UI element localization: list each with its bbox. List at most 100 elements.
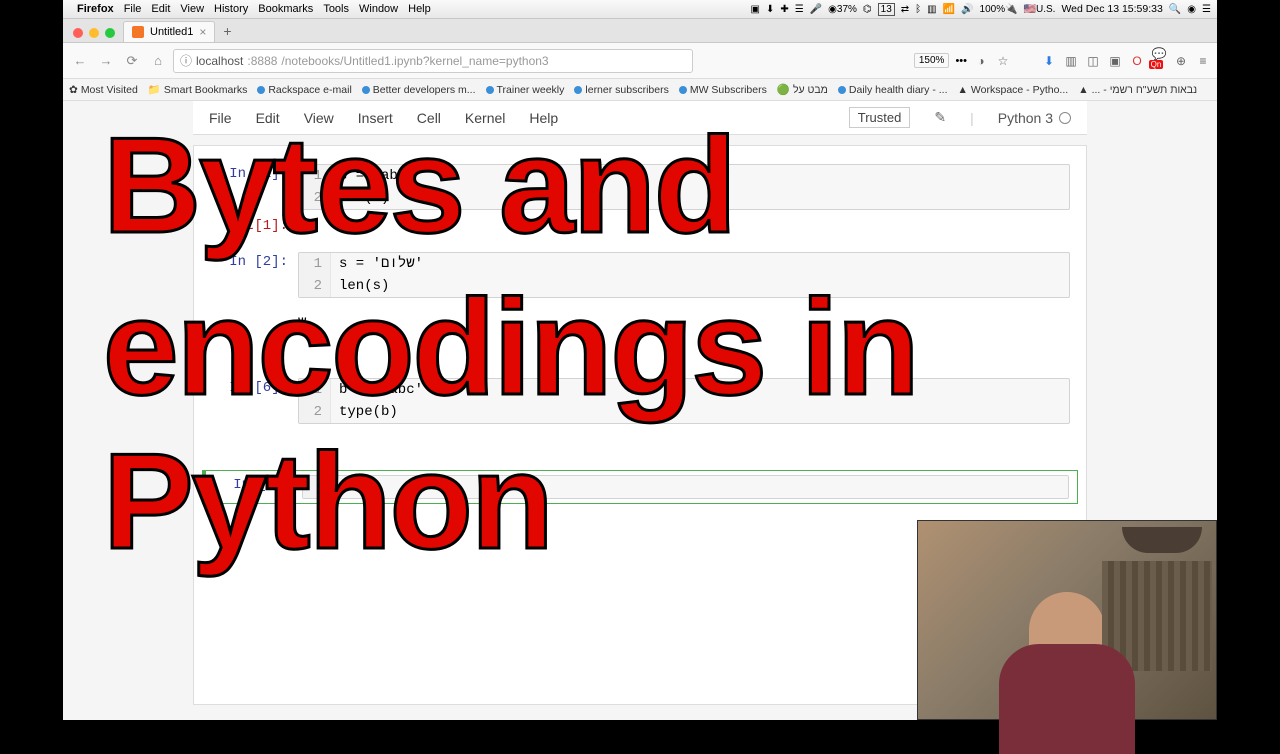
close-window-button[interactable] [73,28,83,38]
code-input-area[interactable]: 1b = b'abc' 2type(b) [298,378,1070,424]
battery-1-icon[interactable]: ◉ 37% [828,4,857,15]
jupyter-menu-insert[interactable]: Insert [358,110,393,126]
menu-file[interactable]: File [124,3,142,15]
jupyter-favicon-icon [132,26,144,38]
downloads-icon[interactable]: ⬇ [1041,54,1057,68]
menubar-icon[interactable]: ▣ [751,4,760,15]
mic-icon[interactable]: 🎤 [810,4,822,15]
edit-icon[interactable]: ✎ [934,109,946,126]
bookmark-star-icon[interactable]: ☆ [995,54,1011,68]
menu-help[interactable]: Help [408,3,431,15]
code-cell[interactable]: In [2]: 1s = 'שלום' 2len(s) [202,248,1078,302]
reload-button[interactable]: ⟳ [121,53,143,69]
menu-edit[interactable]: Edit [151,3,170,15]
zoom-level[interactable]: 150% [914,53,950,68]
bookmark-item[interactable]: ✿ Most Visited [69,84,138,96]
bookmark-item[interactable]: ▲ ... - נבאות תשע"ח רשמי [1078,84,1197,96]
tab-close-icon[interactable]: × [199,25,206,39]
bookmark-folder[interactable]: 📁 Smart Bookmarks [148,83,248,96]
address-bar[interactable]: ⓘ localhost:8888/notebooks/Untitled1.ipy… [173,49,693,73]
library-icon[interactable]: ▥ [1063,54,1079,68]
code-input-area[interactable]: 1 [302,475,1069,499]
bookmark-item[interactable]: ▲ Workspace - Pytho... [958,84,1069,96]
pillarbox-left [0,0,63,720]
bookmark-item[interactable]: Better developers m... [362,84,476,96]
wifi-icon[interactable]: 📶 [943,4,955,15]
code-input-area[interactable]: 1s = 'abcd' 2len(s) [298,164,1070,210]
menubar-icon[interactable]: ⌬ [863,4,872,15]
kernel-idle-icon [1059,112,1071,124]
input-prompt: In [ ]: [206,475,302,499]
jupyter-menu-view[interactable]: View [304,110,334,126]
clock[interactable]: Wed Dec 13 15:59:33 [1061,3,1162,15]
reader-icon[interactable]: ◑ [973,54,989,68]
code-cell[interactable]: In [1]: 1s = 'abcd' 2len(s) Out[1]: 4 [202,160,1078,242]
extension-icon[interactable]: 💬Qn [1151,47,1167,75]
code-cell[interactable]: In [6]: 1b = b'abc' 2type(b) [202,374,1078,428]
menubar-icon[interactable]: ☰ [795,4,804,15]
maximize-window-button[interactable] [105,28,115,38]
jupyter-menu-edit[interactable]: Edit [256,110,280,126]
cell-output: ש [298,312,1078,334]
code-cell-selected[interactable]: In [ ]: 1 [202,470,1078,504]
pillarbox-right [1217,0,1280,720]
code-input-area[interactable]: 1s = 'שלום' 2len(s) [298,252,1070,298]
dropbox-icon[interactable]: ⬇ [766,4,774,15]
browser-toolbar: ← → ⟳ ⌂ ⓘ localhost:8888/notebooks/Untit… [63,43,1217,79]
volume-icon[interactable]: 🔊 [961,4,973,15]
tab-title: Untitled1 [150,26,193,38]
app-name[interactable]: Firefox [77,3,114,15]
hamburger-menu-icon[interactable]: ≡ [1195,54,1211,68]
bluetooth-icon[interactable]: ᛒ [915,4,921,15]
browser-tab-strip: Untitled1 × + [63,19,1217,43]
bookmark-item[interactable]: MW Subscribers [679,84,767,96]
bookmark-item[interactable]: Daily health diary - ... [838,84,948,96]
menubar-icon[interactable]: ✚ [780,4,788,15]
home-button[interactable]: ⌂ [147,53,169,68]
jupyter-menu-file[interactable]: File [209,110,232,126]
menu-view[interactable]: View [180,3,204,15]
bookmark-item[interactable]: 🟢 מבט על [777,83,828,96]
opera-icon[interactable]: O [1129,54,1145,68]
jupyter-menu-help[interactable]: Help [529,110,558,126]
webcam-overlay [917,520,1217,720]
extension-icon-2[interactable]: ⊕ [1173,54,1189,68]
jupyter-menubar: File Edit View Insert Cell Kernel Help T… [193,101,1087,135]
menubar-icon[interactable]: ⇄ [901,4,909,15]
siri-icon[interactable]: ◉ [1187,4,1196,15]
window-controls [69,28,123,42]
forward-button[interactable]: → [95,53,117,68]
menu-window[interactable]: Window [359,3,398,15]
kernel-indicator[interactable]: Python 3 [998,110,1071,126]
cell-output: 4 [298,216,1078,238]
menubar-icon[interactable]: ▥ [927,4,936,15]
ceiling-fan [1122,527,1202,553]
spotlight-icon[interactable]: 🔍 [1169,4,1181,15]
calendar-icon[interactable]: 13 [878,3,895,16]
jupyter-menu-kernel[interactable]: Kernel [465,110,505,126]
jupyter-menu-cell[interactable]: Cell [417,110,441,126]
sidebar-icon[interactable]: ◫ [1085,54,1101,68]
bookmark-item[interactable]: Rackspace e-mail [257,84,351,96]
browser-tab[interactable]: Untitled1 × [123,21,215,42]
trusted-badge[interactable]: Trusted [849,107,911,128]
containers-icon[interactable]: ▣ [1107,54,1123,68]
bookmark-item[interactable]: lerner subscribers [574,84,668,96]
menu-tools[interactable]: Tools [323,3,349,15]
bookshelf [1102,561,1212,671]
back-button[interactable]: ← [69,53,91,68]
new-tab-button[interactable]: + [215,23,239,39]
macos-menubar: Firefox File Edit View History Bookmarks… [63,0,1217,19]
url-path: /notebooks/Untitled1.ipynb?kernel_name=p… [281,54,548,68]
page-actions-icon[interactable]: ••• [955,55,967,67]
info-icon[interactable]: ⓘ [180,52,192,69]
menu-bookmarks[interactable]: Bookmarks [258,3,313,15]
url-host: localhost [196,54,243,68]
input-source-flag[interactable]: 🇺🇸 U.S. [1024,4,1056,15]
notification-center-icon[interactable]: ☰ [1202,4,1211,15]
bookmark-item[interactable]: Trainer weekly [486,84,565,96]
battery-2-icon[interactable]: 100% 🔌 [980,4,1018,15]
menu-history[interactable]: History [214,3,248,15]
output-prompt: Out[1]: [202,216,298,238]
minimize-window-button[interactable] [89,28,99,38]
